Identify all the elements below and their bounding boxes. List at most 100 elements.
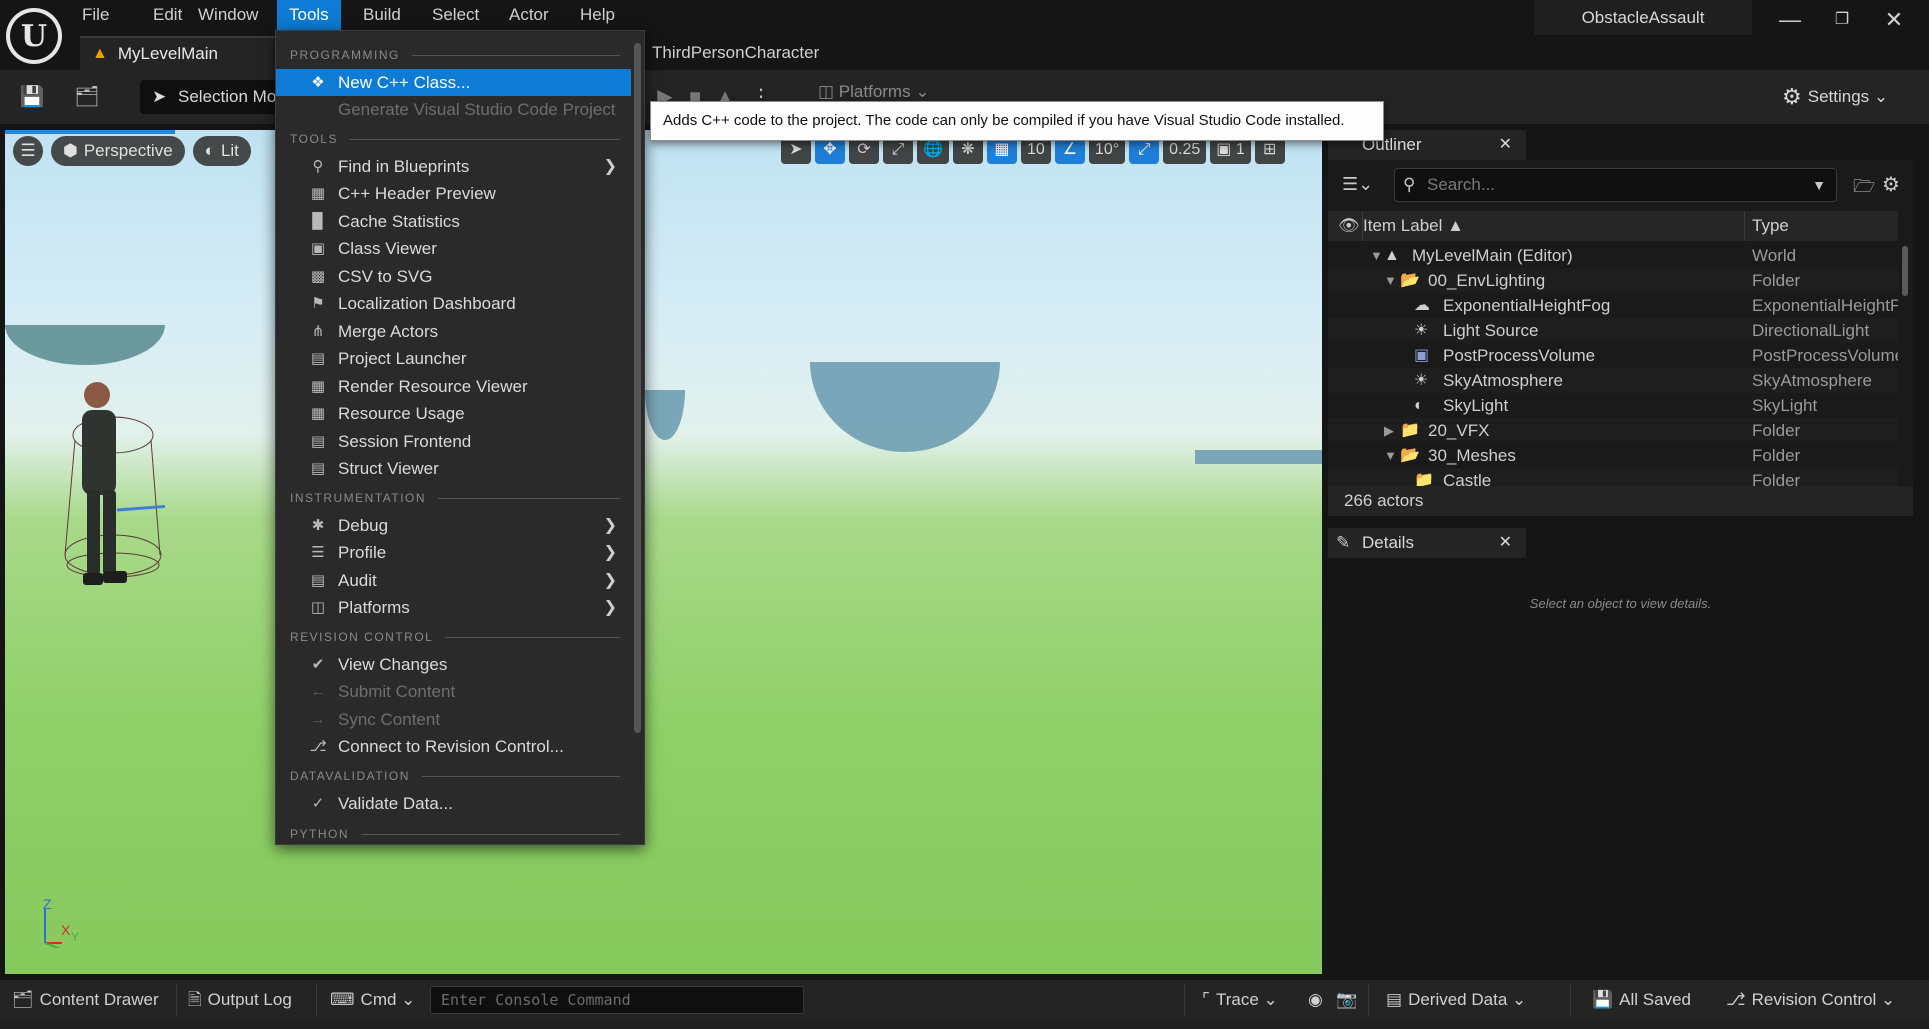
chevron-right-icon: ❯ (603, 158, 617, 175)
visibility-eye-icon[interactable]: 👁 (1338, 211, 1360, 241)
menu-item-project-launcher[interactable]: ▤ Project Launcher (276, 345, 631, 372)
expand-icon: ▶ (1384, 423, 1394, 438)
perspective-button[interactable]: ⬢ Perspective (51, 136, 185, 166)
chevron-right-icon: ❯ (603, 517, 617, 534)
menu-tools[interactable]: Tools (277, 0, 341, 30)
tab-level[interactable]: ▲ MyLevelMain (80, 36, 280, 70)
menu-item-session-frontend[interactable]: ▤ Session Frontend (276, 428, 631, 455)
outliner-row[interactable]: ☀ SkyAtmosphere SkyAtmosphere (1328, 368, 1898, 393)
menu-item-debug[interactable]: ✱ Debug ❯ (276, 512, 631, 539)
viewport-menu-icon[interactable]: ☰ (13, 136, 43, 166)
menu-item-platforms[interactable]: ◫ Platforms ❯ (276, 594, 631, 621)
outliner-row[interactable]: ▼ 📂 30_Meshes Folder (1328, 443, 1898, 468)
console-command-input[interactable]: Enter Console Command (430, 986, 804, 1014)
record-icon[interactable]: ◉ (1308, 980, 1323, 1020)
unreal-logo-icon[interactable]: U (6, 8, 62, 64)
menu-item-profile[interactable]: ☰ Profile ❯ (276, 539, 631, 566)
third-person-character[interactable] (35, 355, 165, 615)
menu-window[interactable]: Window (186, 0, 270, 30)
bar-chart-icon: ▉ (312, 213, 324, 230)
actor-count: 266 actors (1328, 486, 1913, 516)
menu-item-generate-vscode: Generate Visual Studio Code Project (338, 100, 616, 119)
filter-icon[interactable]: ☰⌄ (1342, 174, 1373, 195)
atmosphere-icon: ☀ (1414, 372, 1429, 389)
add-folder-icon[interactable]: 🗁 (1853, 174, 1875, 204)
branch-icon: ⎇ (1726, 990, 1746, 1009)
menu-item-render-resource-viewer[interactable]: ▦ Render Resource Viewer (276, 373, 631, 400)
section-tools: TOOLS (290, 129, 620, 149)
project-name: ObstacleAssault (1534, 0, 1752, 35)
menu-item-cpp-header-preview[interactable]: ▦ C++ Header Preview (276, 180, 631, 207)
close-details-icon[interactable]: ✕ (1499, 528, 1512, 558)
menu-item-cache-statistics[interactable]: ▉ Cache Statistics (276, 208, 631, 235)
chevron-down-icon[interactable]: ▼ (1812, 169, 1826, 201)
save-icon[interactable]: 💾 (17, 82, 47, 112)
menu-item-new-cpp-class[interactable]: ❖ New C++ Class... (276, 69, 631, 96)
menu-select[interactable]: Select (420, 0, 491, 30)
csv-icon: ▩ (310, 268, 326, 285)
trace-dropdown[interactable]: ⌜ Trace ⌄ (1202, 980, 1278, 1020)
outliner-row[interactable]: 📁 Castle Folder (1328, 468, 1898, 486)
outliner-row[interactable]: ☁ ExponentialHeightFog ExponentialHeight… (1328, 293, 1898, 318)
cmd-dropdown[interactable]: ⌨ Cmd ⌄ (330, 980, 415, 1020)
folder-icon: 📁 (1400, 422, 1420, 439)
column-item-label[interactable]: Item Label ▲ (1363, 211, 1464, 241)
menu-help[interactable]: Help (568, 0, 627, 30)
cube-icon: ⬢ (63, 141, 78, 160)
outliner-row[interactable]: ▶ 📁 20_VFX Folder (1328, 418, 1898, 443)
menu-item-localization-dashboard[interactable]: ⚑ Localization Dashboard (276, 290, 631, 317)
section-python: PYTHON (290, 824, 620, 844)
menu-scrollbar[interactable] (634, 43, 641, 733)
outliner-row[interactable]: ◐ SkyLight SkyLight (1328, 393, 1898, 418)
launcher-icon: ▤ (310, 350, 326, 367)
profile-icon: ☰ (311, 544, 325, 561)
outliner-settings-icon[interactable]: ⚙ (1882, 172, 1900, 197)
screenshot-icon[interactable]: 📷 (1336, 980, 1357, 1020)
menu-item-connect-revision-control[interactable]: ⎇ Connect to Revision Control... (276, 733, 631, 760)
menu-item-validate-data[interactable]: ✓ Validate Data... (276, 790, 631, 817)
menu-item-audit[interactable]: ▤ Audit ❯ (276, 567, 631, 594)
output-log-button[interactable]: 🗎 Output Log (188, 980, 292, 1020)
outliner-row[interactable]: ▼ ▲ MyLevelMain (Editor) World (1328, 243, 1898, 268)
menu-file[interactable]: File (70, 0, 121, 30)
menu-item-merge-actors[interactable]: ⋔ Merge Actors (276, 318, 631, 345)
tab-third-person-character[interactable]: ThirdPersonCharacter (652, 38, 819, 68)
menu-item-view-changes[interactable]: ✔ View Changes (276, 651, 631, 678)
menu-item-struct-viewer[interactable]: ▤ Struct Viewer (276, 455, 631, 482)
platforms-icon: ◫ (818, 82, 835, 101)
minimize-icon[interactable]: — (1764, 0, 1816, 40)
derived-data-dropdown[interactable]: ▤ Derived Data ⌄ (1386, 980, 1526, 1020)
selection-mode-button[interactable]: ➤ Selection Mode (140, 80, 280, 114)
menu-item-resource-usage[interactable]: ▦ Resource Usage (276, 400, 631, 427)
tab-details[interactable]: ✎ Details ✕ (1328, 528, 1526, 558)
viewport-focus-highlight (5, 130, 175, 134)
content-drawer-button[interactable]: 🗂 Content Drawer (12, 980, 159, 1020)
restore-icon[interactable]: ❐ (1816, 0, 1868, 40)
menu-item-find-in-blueprints[interactable]: ⚲ Find in Blueprints ❯ (276, 153, 631, 180)
settings-button[interactable]: ⚙ Settings ⌄ (1782, 80, 1888, 114)
close-outliner-icon[interactable]: ✕ (1499, 130, 1512, 160)
menu-actor[interactable]: Actor (497, 0, 561, 30)
viewport-options-bar: ☰ ⬢ Perspective ◐ Lit (13, 136, 251, 166)
lit-button[interactable]: ◐ Lit (192, 136, 251, 166)
outliner-column-header: 👁 Item Label ▲ Type (1328, 211, 1898, 241)
level-viewport[interactable]: ☰ ⬢ Perspective ◐ Lit ➤ ✥ ⟳ ⤢ 🌐 ❋ ▦ 10 ∠ 1… (5, 130, 1322, 974)
platforms-button[interactable]: ◫ Platforms ⌄ (818, 82, 930, 102)
revision-control-dropdown[interactable]: ⎇ Revision Control ⌄ (1726, 980, 1895, 1020)
content-browser-icon[interactable]: 🗂 (72, 82, 102, 112)
collapse-icon: ▼ (1384, 448, 1397, 463)
outliner-row[interactable]: ☀ Light Source DirectionalLight (1328, 318, 1898, 343)
tab-level-label: MyLevelMain (117, 44, 218, 63)
outliner-search-input[interactable]: ⚲ Search... ▼ (1394, 168, 1837, 202)
outliner-row[interactable]: ▣ PostProcessVolume PostProcessVolume (1328, 343, 1898, 368)
menu-item-csv-to-svg[interactable]: ▩ CSV to SVG (276, 263, 631, 290)
menu-item-class-viewer[interactable]: ▣ Class Viewer (276, 235, 631, 262)
all-saved-button[interactable]: 💾 All Saved (1592, 980, 1691, 1020)
column-type[interactable]: Type (1752, 211, 1789, 241)
outliner-row[interactable]: ▼ 📂 00_EnvLighting Folder (1328, 268, 1898, 293)
close-window-icon[interactable]: ✕ (1868, 0, 1920, 40)
world-icon: ▲ (1384, 247, 1400, 264)
menu-build[interactable]: Build (351, 0, 413, 30)
folder-open-icon: 📂 (1400, 272, 1420, 289)
outliner-scrollbar[interactable] (1902, 246, 1908, 296)
